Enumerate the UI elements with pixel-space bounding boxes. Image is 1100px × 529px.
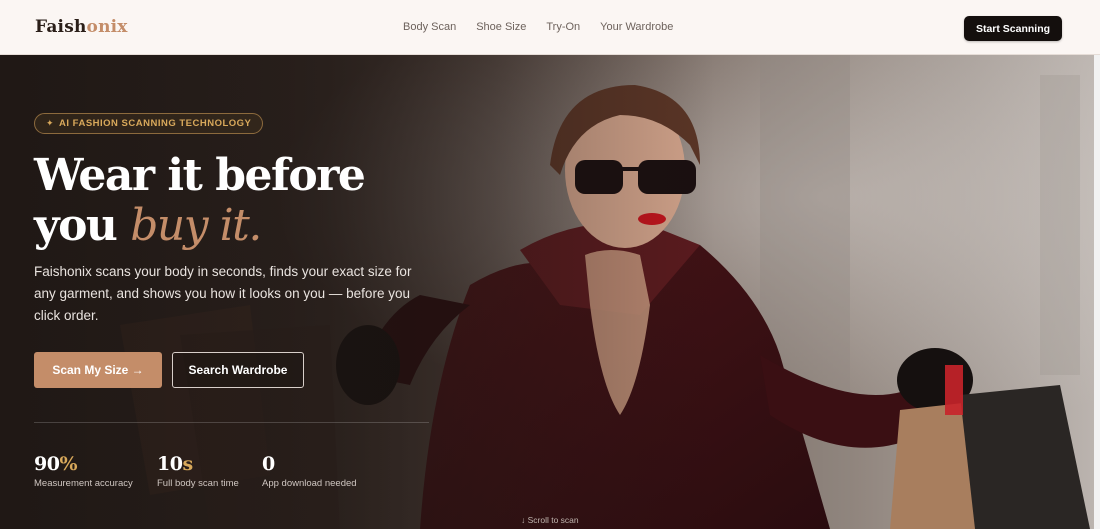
scroll-hint[interactable]: ↓ Scroll to scan [521, 515, 579, 525]
stat-no-download: 0 App download needed [262, 453, 357, 489]
nav-link-body-scan[interactable]: Body Scan [403, 21, 456, 33]
headline-line-1: Wear it before [34, 150, 366, 201]
stat-label: Measurement accuracy [34, 478, 133, 489]
stat-scan-time: 10s Full body scan time [157, 453, 239, 489]
logo-text-main: Faish [35, 17, 87, 37]
stat-value: 0 [262, 453, 357, 475]
hero-headline: Wear it before you buy it. [34, 151, 474, 251]
nav-links: Body Scan Shoe Size Try-On Your Wardrobe [403, 21, 693, 33]
sparkle-icon: ✦ [46, 118, 55, 128]
search-wardrobe-button[interactable]: Search Wardrobe [172, 352, 304, 388]
page-edge [1094, 55, 1100, 529]
stat-unit: % [59, 453, 78, 475]
nav-link-shoe-size[interactable]: Shoe Size [476, 21, 526, 33]
top-navbar: Faishonix Body Scan Shoe Size Try-On You… [0, 0, 1100, 55]
ai-technology-badge: ✦ AI FASHION SCANNING TECHNOLOGY [34, 113, 264, 134]
stat-number: 90 [34, 453, 60, 475]
scan-my-size-button[interactable]: Scan My Size → [34, 352, 162, 388]
headline-line-2-italic: buy it. [130, 200, 262, 251]
logo-text-accent: onix [86, 17, 128, 37]
hero-section: ✦ AI FASHION SCANNING TECHNOLOGY Wear it… [0, 55, 1100, 529]
brand-logo[interactable]: Faishonix [35, 17, 128, 37]
headline-line-2-plain: you [34, 200, 118, 251]
stat-value: 90% [34, 453, 133, 475]
stat-value: 10s [157, 453, 239, 475]
stat-number: 10 [157, 453, 183, 475]
nav-link-try-on[interactable]: Try-On [546, 21, 580, 33]
stat-number: 0 [262, 453, 275, 475]
start-scanning-button[interactable]: Start Scanning [964, 16, 1062, 41]
stat-label: Full body scan time [157, 478, 239, 489]
stats-divider [34, 422, 429, 423]
nav-link-wardrobe[interactable]: Your Wardrobe [600, 21, 673, 33]
badge-text: AI FASHION SCANNING TECHNOLOGY [59, 118, 252, 129]
hero-description: Faishonix scans your body in seconds, fi… [34, 264, 412, 323]
stat-accuracy: 90% Measurement accuracy [34, 453, 133, 489]
stat-unit: s [182, 453, 193, 475]
stat-label: App download needed [262, 478, 357, 489]
